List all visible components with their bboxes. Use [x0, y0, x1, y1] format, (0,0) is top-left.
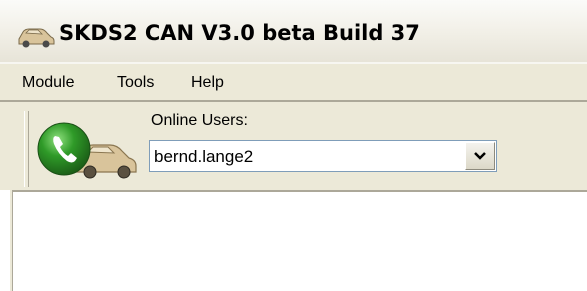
online-users-value: bernd.lange2: [154, 147, 254, 166]
online-users-dropdown[interactable]: bernd.lange2: [149, 140, 497, 172]
chevron-down-icon: [474, 152, 486, 160]
title-bar[interactable]: SKDS2 CAN V3.0 beta Build 37: [0, 0, 587, 62]
dropdown-button[interactable]: [465, 142, 495, 170]
menu-help[interactable]: Help: [191, 74, 224, 92]
toolbar: Online Users: bernd.lange2: [0, 102, 587, 190]
main-content-area[interactable]: [0, 190, 587, 291]
toolbar-grip[interactable]: [24, 111, 29, 187]
online-users-label: Online Users:: [151, 112, 248, 129]
window-title: SKDS2 CAN V3.0 beta Build 37: [59, 21, 420, 45]
connect-button[interactable]: [36, 116, 140, 182]
car-app-icon: [16, 23, 56, 49]
menu-bar-top-border: [0, 62, 587, 64]
menu-module[interactable]: Module: [22, 74, 74, 92]
phone-car-icon: [37, 122, 137, 179]
content-top-border: [12, 190, 587, 192]
menu-bar: Module Tools Help: [0, 62, 587, 102]
menu-tools[interactable]: Tools: [117, 74, 154, 92]
content-left-border: [12, 190, 13, 291]
